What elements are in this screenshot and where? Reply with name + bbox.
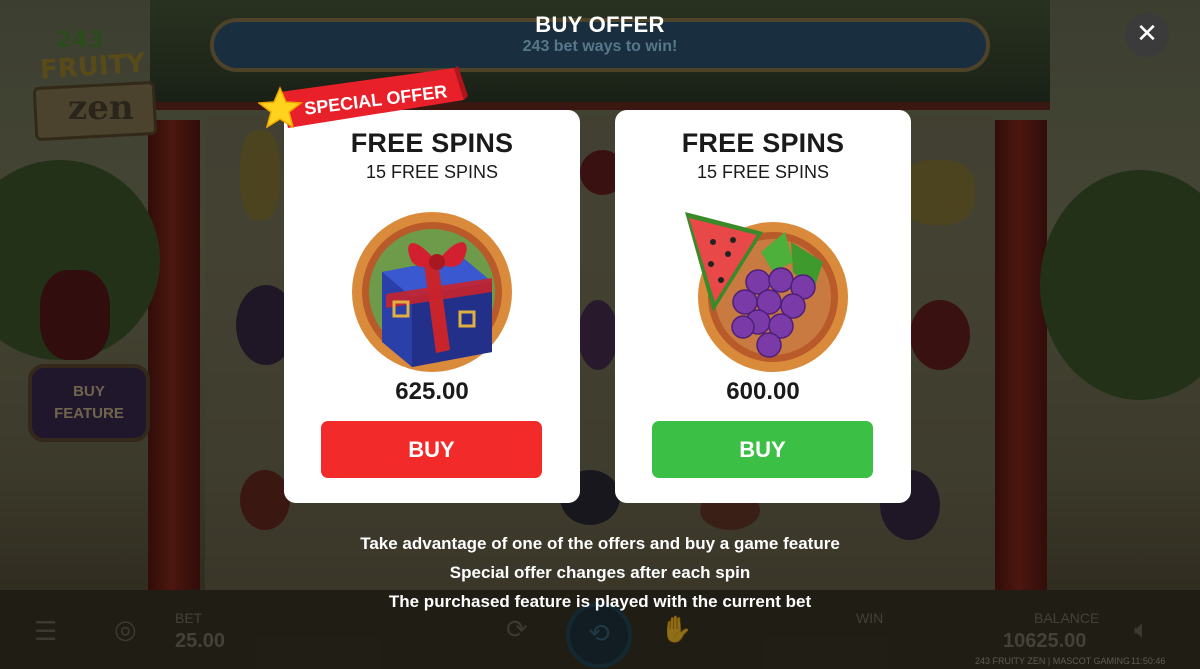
offer-title: FREE SPINS bbox=[681, 128, 845, 158]
close-icon: ✕ bbox=[1136, 19, 1158, 49]
watermelon-grapes-icon bbox=[685, 212, 848, 372]
offer-price: 600.00 bbox=[726, 378, 800, 405]
info-line: Special offer changes after each spin bbox=[449, 563, 751, 582]
close-button[interactable]: ✕ bbox=[1125, 13, 1169, 57]
info-line: The purchased feature is played with the… bbox=[388, 592, 812, 611]
buy-button-offer-1[interactable]: BUY bbox=[321, 421, 542, 478]
offer-card-special: FREE SPINS 15 FREE SPINS 625.00 BUY bbox=[284, 110, 580, 503]
buy-button-offer-2[interactable]: BUY bbox=[652, 421, 873, 478]
gift-box-icon bbox=[352, 212, 512, 372]
info-line: Take advantage of one of the offers and … bbox=[360, 534, 840, 553]
modal-title: BUY OFFER bbox=[535, 12, 665, 37]
special-offer-ribbon: SPECIAL OFFER bbox=[258, 66, 468, 129]
modal-subtitle: 243 bet ways to win! bbox=[522, 38, 678, 55]
offer-subtitle: 15 FREE SPINS bbox=[365, 162, 499, 182]
offer-card-standard: FREE SPINS 15 FREE SPINS 600.00 BUY bbox=[615, 110, 911, 503]
offer-subtitle: 15 FREE SPINS bbox=[696, 162, 830, 182]
offer-price: 625.00 bbox=[395, 378, 469, 405]
